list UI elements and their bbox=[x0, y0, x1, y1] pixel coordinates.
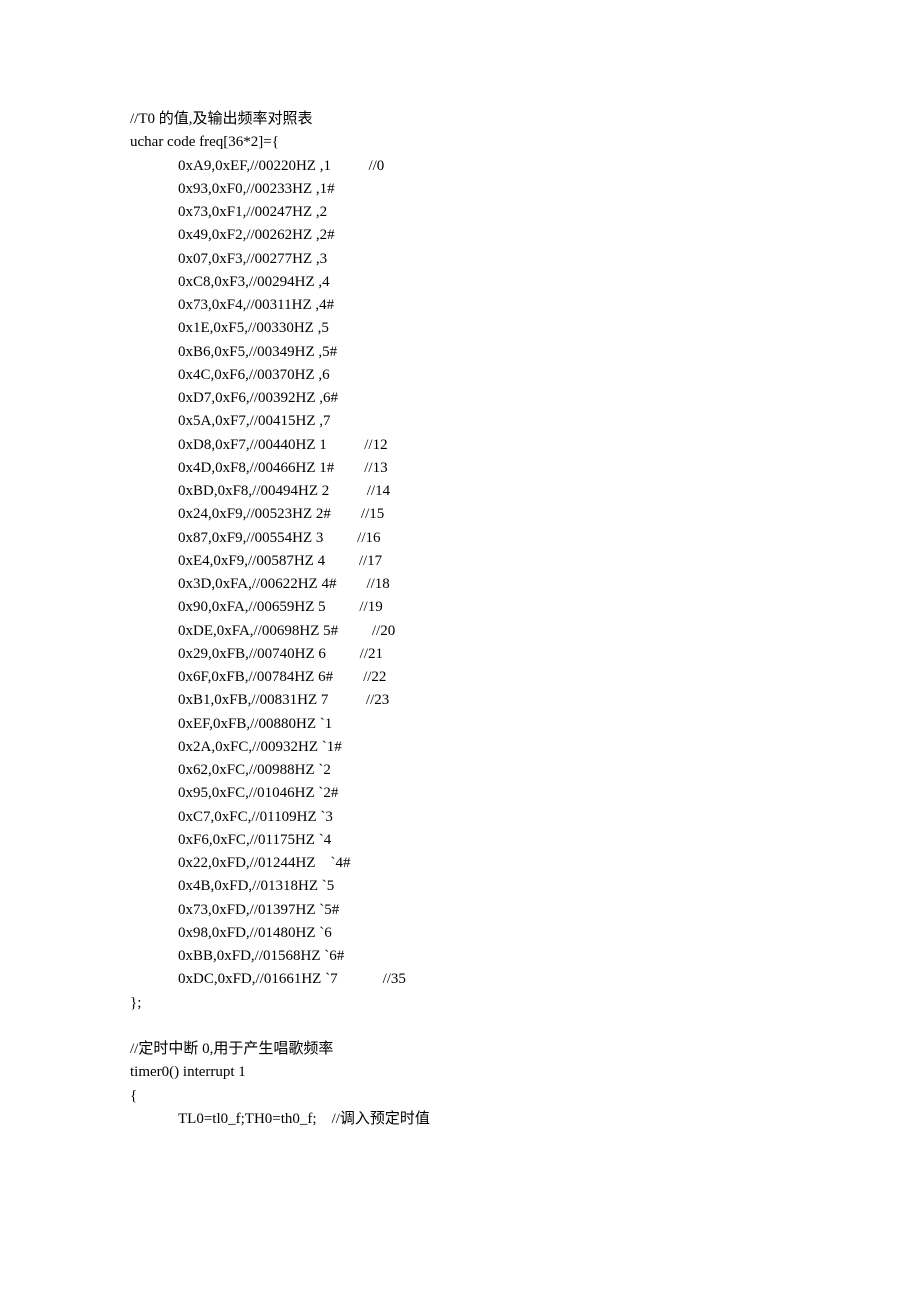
code-line: 0x90,0xFA,//00659HZ 5 //19 bbox=[130, 596, 792, 619]
code-line: 0xC7,0xFC,//01109HZ `3 bbox=[130, 806, 792, 829]
code-line: TL0=tl0_f;TH0=th0_f; //调入预定时值 bbox=[130, 1108, 792, 1131]
code-line: uchar code freq[36*2]={ bbox=[130, 131, 792, 154]
document-page: //T0 的值,及输出频率对照表uchar code freq[36*2]={0… bbox=[0, 0, 920, 1302]
code-line: 0x5A,0xF7,//00415HZ ,7 bbox=[130, 410, 792, 433]
code-line: 0x3D,0xFA,//00622HZ 4# //18 bbox=[130, 573, 792, 596]
blank-line bbox=[130, 1015, 792, 1038]
code-line: 0xDE,0xFA,//00698HZ 5# //20 bbox=[130, 620, 792, 643]
code-line: 0x73,0xFD,//01397HZ `5# bbox=[130, 899, 792, 922]
code-line: 0x4C,0xF6,//00370HZ ,6 bbox=[130, 364, 792, 387]
code-line: }; bbox=[130, 992, 792, 1015]
code-line: 0x6F,0xFB,//00784HZ 6# //22 bbox=[130, 666, 792, 689]
code-line: 0x22,0xFD,//01244HZ `4# bbox=[130, 852, 792, 875]
code-line: 0x93,0xF0,//00233HZ ,1# bbox=[130, 178, 792, 201]
code-line: 0x73,0xF4,//00311HZ ,4# bbox=[130, 294, 792, 317]
code-line: timer0() interrupt 1 bbox=[130, 1061, 792, 1084]
code-line: 0xDC,0xFD,//01661HZ `7 //35 bbox=[130, 968, 792, 991]
code-line: 0x98,0xFD,//01480HZ `6 bbox=[130, 922, 792, 945]
code-line: 0xF6,0xFC,//01175HZ `4 bbox=[130, 829, 792, 852]
code-line: 0x24,0xF9,//00523HZ 2# //15 bbox=[130, 503, 792, 526]
code-line: 0x2A,0xFC,//00932HZ `1# bbox=[130, 736, 792, 759]
code-line: 0x4D,0xF8,//00466HZ 1# //13 bbox=[130, 457, 792, 480]
code-line: 0x62,0xFC,//00988HZ `2 bbox=[130, 759, 792, 782]
code-line: 0xA9,0xEF,//00220HZ ,1 //0 bbox=[130, 155, 792, 178]
code-line: 0x49,0xF2,//00262HZ ,2# bbox=[130, 224, 792, 247]
code-line: //T0 的值,及输出频率对照表 bbox=[130, 108, 792, 131]
code-line: 0xBD,0xF8,//00494HZ 2 //14 bbox=[130, 480, 792, 503]
code-line: 0xE4,0xF9,//00587HZ 4 //17 bbox=[130, 550, 792, 573]
code-line: //定时中断 0,用于产生唱歌频率 bbox=[130, 1038, 792, 1061]
code-line: 0x07,0xF3,//00277HZ ,3 bbox=[130, 248, 792, 271]
code-line: { bbox=[130, 1085, 792, 1108]
code-line: 0x4B,0xFD,//01318HZ `5 bbox=[130, 875, 792, 898]
code-line: 0xD8,0xF7,//00440HZ 1 //12 bbox=[130, 434, 792, 457]
code-line: 0x1E,0xF5,//00330HZ ,5 bbox=[130, 317, 792, 340]
code-line: 0xEF,0xFB,//00880HZ `1 bbox=[130, 713, 792, 736]
code-line: 0x87,0xF9,//00554HZ 3 //16 bbox=[130, 527, 792, 550]
code-line: 0x29,0xFB,//00740HZ 6 //21 bbox=[130, 643, 792, 666]
code-line: 0xB1,0xFB,//00831HZ 7 //23 bbox=[130, 689, 792, 712]
code-line: 0x73,0xF1,//00247HZ ,2 bbox=[130, 201, 792, 224]
code-line: 0xD7,0xF6,//00392HZ ,6# bbox=[130, 387, 792, 410]
code-line: 0x95,0xFC,//01046HZ `2# bbox=[130, 782, 792, 805]
code-line: 0xB6,0xF5,//00349HZ ,5# bbox=[130, 341, 792, 364]
code-block: //T0 的值,及输出频率对照表uchar code freq[36*2]={0… bbox=[130, 108, 792, 1131]
code-line: 0xC8,0xF3,//00294HZ ,4 bbox=[130, 271, 792, 294]
code-line: 0xBB,0xFD,//01568HZ `6# bbox=[130, 945, 792, 968]
